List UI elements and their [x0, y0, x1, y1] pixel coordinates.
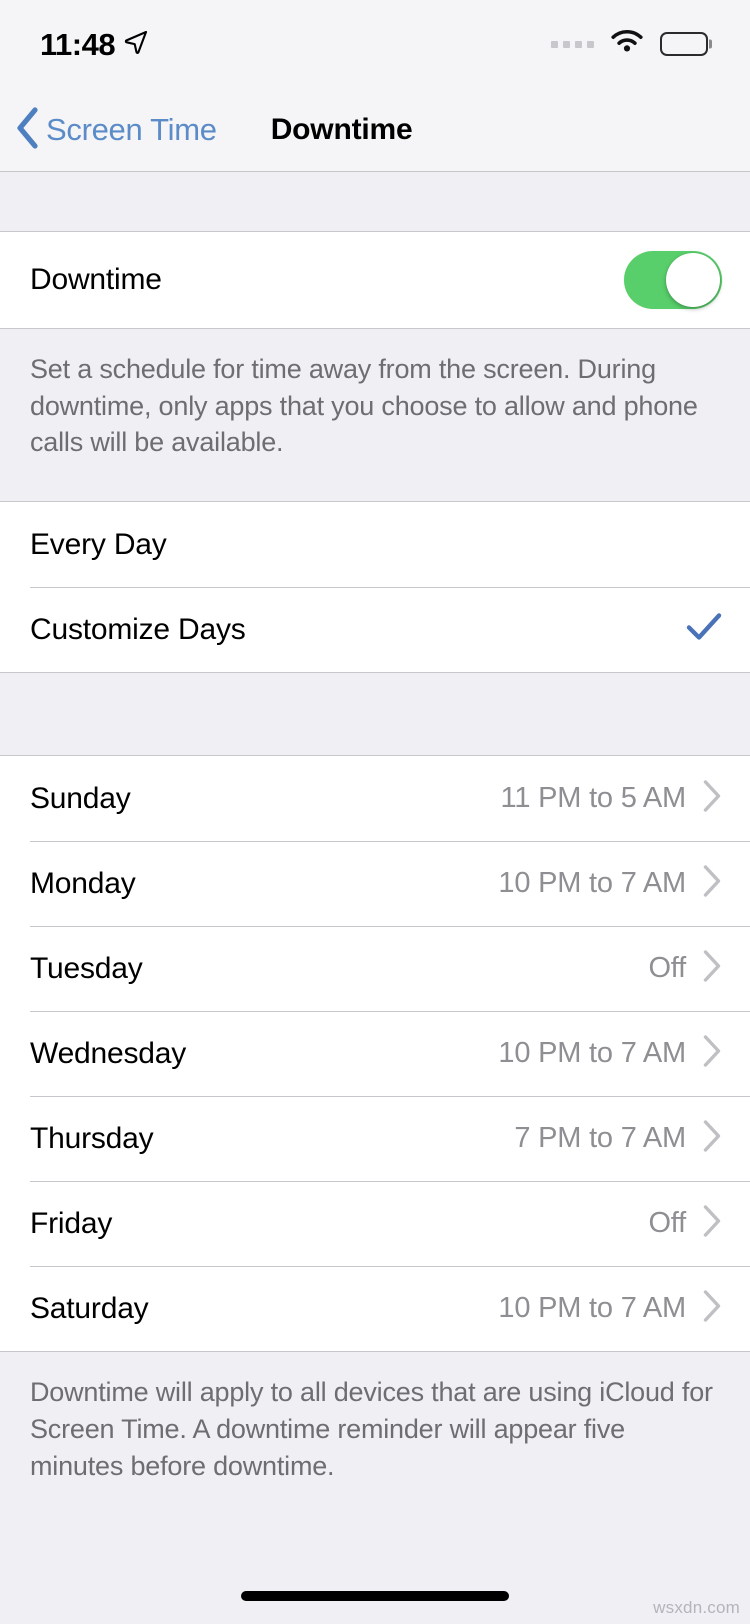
- day-schedule-value: 10 PM to 7 AM: [498, 1292, 686, 1325]
- chevron-right-icon: [702, 1289, 722, 1328]
- day-row[interactable]: Thursday 7 PM to 7 AM: [0, 1096, 750, 1182]
- day-schedule-value: Off: [648, 1207, 686, 1240]
- day-row-right: 7 PM to 7 AM: [514, 1119, 722, 1158]
- days-schedule-section: Sunday 11 PM to 5 AM Monday 10 PM to 7 AM Tu…: [0, 755, 750, 1353]
- section-gap-mid: [0, 673, 750, 756]
- day-row-right: 10 PM to 7 AM: [498, 864, 722, 903]
- day-schedule-value: 10 PM to 7 AM: [498, 867, 686, 900]
- status-bar: 11:48: [0, 0, 750, 88]
- home-indicator[interactable]: [241, 1591, 509, 1601]
- day-row-right: 10 PM to 7 AM: [498, 1034, 722, 1073]
- day-schedule-value: 10 PM to 7 AM: [498, 1037, 686, 1070]
- schedule-mode-section: Every Day Customize Days: [0, 501, 750, 674]
- day-row-right: 11 PM to 5 AM: [501, 779, 722, 818]
- downtime-toggle-label: Downtime: [30, 263, 162, 296]
- signal-dots-icon: [551, 40, 594, 48]
- day-label: Thursday: [30, 1121, 154, 1155]
- day-row-right: Off: [648, 949, 722, 988]
- bottom-filler: [0, 1510, 750, 1624]
- chevron-right-icon: [702, 1034, 722, 1073]
- schedule-option-every-day[interactable]: Every Day: [0, 502, 750, 588]
- downtime-description: Set a schedule for time away from the sc…: [0, 329, 750, 502]
- day-label: Tuesday: [30, 951, 143, 985]
- day-row-right: Off: [648, 1204, 722, 1243]
- day-schedule-value: 7 PM to 7 AM: [514, 1122, 686, 1155]
- status-bar-right: [551, 28, 708, 61]
- day-row[interactable]: Sunday 11 PM to 5 AM: [0, 756, 750, 842]
- navigation-bar: Screen Time Downtime: [0, 88, 750, 172]
- section-gap-top: [0, 172, 750, 231]
- chevron-right-icon: [702, 1119, 722, 1158]
- chevron-right-icon: [702, 864, 722, 903]
- day-row[interactable]: Wednesday 10 PM to 7 AM: [0, 1011, 750, 1097]
- status-bar-left: 11:48: [40, 29, 148, 60]
- check-icon: [686, 612, 722, 647]
- schedule-option-label: Every Day: [30, 527, 167, 561]
- schedule-option-label: Customize Days: [30, 612, 246, 646]
- day-row[interactable]: Tuesday Off: [0, 926, 750, 1012]
- day-row[interactable]: Monday 10 PM to 7 AM: [0, 841, 750, 927]
- day-label: Monday: [30, 866, 136, 900]
- day-row-right: 10 PM to 7 AM: [498, 1289, 722, 1328]
- day-label: Saturday: [30, 1291, 149, 1325]
- downtime-toggle-switch[interactable]: [624, 251, 722, 309]
- day-row[interactable]: Saturday 10 PM to 7 AM: [0, 1266, 750, 1352]
- downtime-toggle-section: Downtime: [0, 231, 750, 329]
- chevron-right-icon: [702, 779, 722, 818]
- downtime-toggle-row[interactable]: Downtime: [0, 232, 750, 328]
- day-schedule-value: 11 PM to 5 AM: [500, 782, 687, 815]
- schedule-option-customize-days[interactable]: Customize Days: [0, 587, 750, 673]
- status-bar-clock: 11:48: [40, 26, 116, 62]
- wifi-icon: [608, 28, 646, 61]
- chevron-left-icon: [14, 106, 40, 153]
- battery-icon: [660, 32, 708, 56]
- day-label: Sunday: [30, 781, 131, 815]
- location-arrow-icon: [124, 30, 148, 59]
- chevron-right-icon: [702, 1204, 722, 1243]
- watermark: wsxdn.com: [653, 1598, 740, 1617]
- chevron-right-icon: [702, 949, 722, 988]
- toggle-knob: [666, 253, 720, 307]
- back-button-label: Screen Time: [46, 112, 217, 147]
- day-label: Wednesday: [30, 1036, 187, 1070]
- back-button[interactable]: Screen Time: [0, 106, 217, 153]
- day-label: Friday: [30, 1206, 113, 1240]
- icloud-footer-note: Downtime will apply to all devices that …: [0, 1352, 750, 1511]
- day-schedule-value: Off: [648, 952, 686, 985]
- page-title: Downtime: [270, 112, 413, 146]
- day-row[interactable]: Friday Off: [0, 1181, 750, 1267]
- downtime-settings-screen: 11:48 Screen Time Downtime Downtime Set …: [0, 0, 750, 1624]
